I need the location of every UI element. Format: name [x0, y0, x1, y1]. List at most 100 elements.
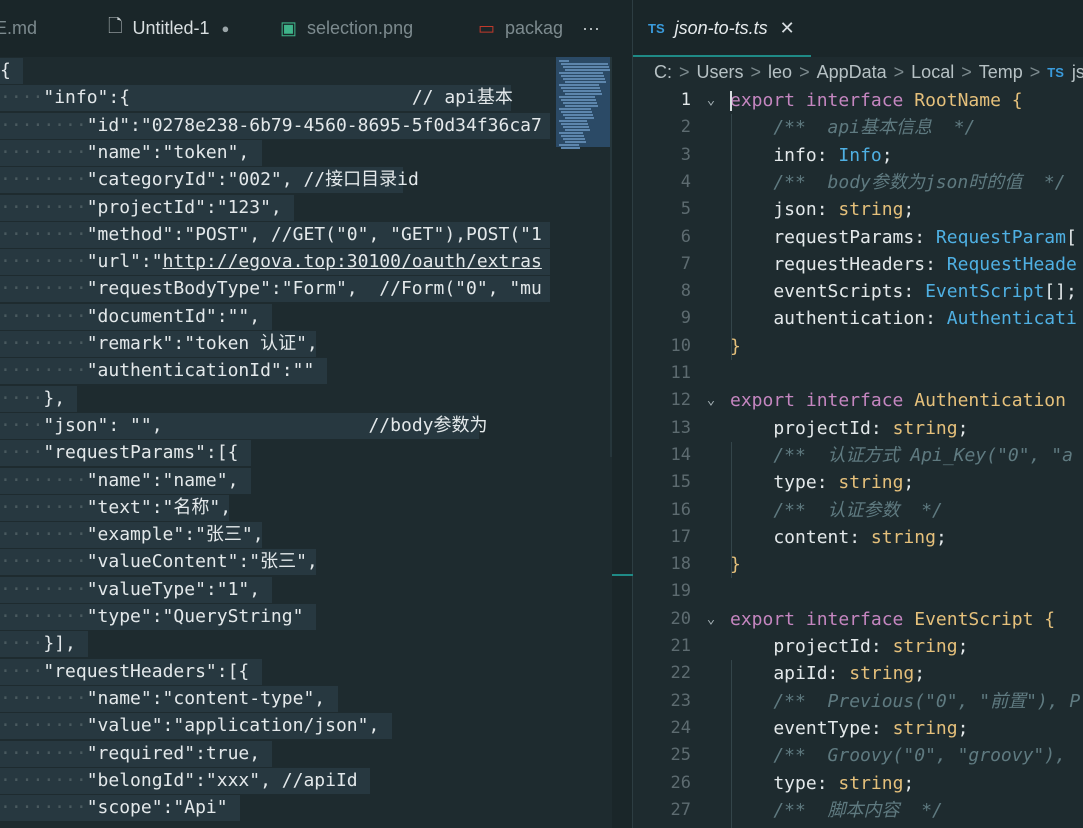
code-token: string — [838, 772, 904, 794]
line-number: 12 — [670, 390, 691, 411]
chevron-down-icon[interactable]: ⌄ — [703, 387, 719, 414]
code-token: /** body参数为json时的值 */ — [730, 171, 1066, 193]
code-line: ····"json": "", //body参数为 — [0, 412, 488, 439]
line-number: 14 — [670, 444, 691, 465]
code-text: "scope":"Api" — [86, 797, 228, 819]
code-text: export interface RootName { — [730, 87, 1023, 114]
image-icon: ▣ — [280, 18, 298, 38]
code-token: : — [849, 526, 871, 548]
close-icon[interactable]: ✕ — [780, 18, 795, 39]
line-number: 17 — [670, 526, 691, 547]
url-link[interactable]: http://egova.top:30100/oauth/extras — [163, 251, 542, 272]
code-line: ········"valueContent":"张三", — [0, 548, 318, 575]
indent-whitespace: ········ — [0, 769, 87, 791]
minimap[interactable] — [556, 57, 610, 149]
minimap-line — [561, 87, 600, 89]
breadcrumb-item[interactable]: C: — [654, 62, 672, 83]
code-text: "name":"token", — [86, 141, 250, 163]
pane-divider[interactable] — [612, 0, 633, 828]
code-line: ········"url":"http://egova.top:30100/oa… — [0, 248, 542, 275]
code-token: Authentication — [914, 390, 1077, 412]
code-line: ········"example":"张三", — [0, 521, 264, 548]
code-line: ········"text":"名称", — [0, 494, 231, 521]
indent-whitespace: ···· — [0, 660, 44, 682]
breadcrumb-item[interactable]: leo — [768, 62, 792, 83]
minimap-line — [563, 102, 597, 104]
minimap-line — [559, 60, 569, 62]
code-text: "name":"name", — [86, 469, 239, 491]
indent-whitespace: ········ — [0, 797, 87, 819]
left-tab-bar: ME.md 🗋 Untitled-1 ● ▣ selection.png ▭ packag ··… — [0, 0, 612, 57]
line-number: 16 — [670, 499, 691, 520]
indent-whitespace: ········ — [0, 606, 87, 627]
typescript-editor[interactable]: 1 ⌄ export interface RootName {2 /** api基本… — [633, 87, 1083, 828]
code-line: 19 — [633, 578, 1083, 605]
chevron-down-icon[interactable]: ⌄ — [703, 606, 719, 633]
breadcrumb-item[interactable]: Temp — [979, 62, 1023, 83]
code-line: 16 /** 认证参数 */ — [633, 497, 1083, 524]
minimap-line — [563, 138, 585, 140]
code-token: string — [892, 417, 958, 439]
code-token: /** Previous("0", "前置"), P — [730, 690, 1081, 712]
code-token: RequestHeade — [946, 253, 1077, 275]
code-text: "name":"content-type", — [86, 687, 326, 709]
tab-selection-png[interactable]: ▣ selection.png — [280, 0, 413, 57]
code-token: info — [730, 144, 817, 166]
code-text: "type":"QueryString" — [86, 606, 304, 627]
code-text: "valueContent":"张三", — [86, 551, 318, 573]
breadcrumb-item[interactable]: Local — [911, 62, 954, 83]
code-line: 9 authentication: Authenticati — [633, 305, 1083, 332]
chevron-right-icon: > — [679, 61, 690, 82]
code-text: "example":"张三", — [86, 524, 264, 546]
breadcrumb-file[interactable]: js — [1072, 62, 1083, 83]
code-line: 11 — [633, 360, 1083, 387]
code-text: /** 认证方式 Api_Key("0", "a — [730, 442, 1073, 469]
code-line: 23 /** Previous("0", "前置"), P — [633, 688, 1083, 715]
minimap-line — [565, 141, 586, 143]
tab-packag[interactable]: ▭ packag — [478, 0, 563, 57]
chevron-right-icon: > — [799, 61, 810, 82]
code-token: } — [730, 554, 741, 576]
code-token: : — [816, 772, 839, 794]
code-text: type: string; — [730, 770, 914, 797]
chevron-down-icon[interactable]: ⌄ — [703, 87, 719, 114]
code-token: apiId — [730, 663, 828, 685]
code-line: 27 /** 脚本内容 */ — [633, 797, 1083, 824]
code-text: authentication: Authenticati — [730, 305, 1076, 332]
code-token: type — [730, 772, 817, 794]
code-token: : — [870, 717, 893, 739]
code-text: "requestHeaders":[{ — [43, 660, 250, 682]
tab-label: Untitled-1 — [132, 18, 210, 38]
code-text: /** body参数为json时的值 */ — [730, 169, 1066, 196]
code-token: RequestParam — [935, 226, 1066, 248]
breadcrumb-item[interactable]: Users — [697, 62, 744, 83]
code-token: RootName — [914, 90, 1012, 111]
code-token: requestParams — [730, 226, 915, 248]
code-line: 5 json: string; — [633, 196, 1083, 223]
minimap-line — [561, 99, 596, 101]
json-editor[interactable]: {····"info":{ // api基本 ········"id":"0278… — [0, 57, 550, 828]
code-line: { — [0, 57, 11, 84]
more-actions-icon[interactable]: ··· — [582, 0, 600, 57]
code-line: ········"categoryId":"002", //接口目录id — [0, 166, 419, 193]
line-number: 13 — [670, 417, 691, 438]
tab-me-md[interactable]: ME.md — [0, 0, 37, 57]
breadcrumb-item[interactable]: AppData — [817, 62, 887, 83]
code-text: /** 认证参数 */ — [730, 497, 943, 524]
tab-untitled-1[interactable]: 🗋 Untitled-1 ● — [108, 0, 229, 57]
minimap-line — [561, 123, 588, 125]
tab-json-to-ts[interactable]: TS json-to-ts.ts ✕ — [648, 0, 795, 57]
line-number: 22 — [670, 663, 691, 684]
code-token: EventScript — [914, 608, 1045, 630]
breadcrumb: C: > Users > leo > AppData > Local > Temp > TS js — [633, 57, 1083, 87]
code-line: ········"type":"QueryString" — [0, 603, 303, 630]
line-number: 26 — [670, 772, 691, 793]
minimap-line — [563, 66, 609, 68]
indent-whitespace: ········ — [0, 196, 87, 218]
code-text: { — [0, 60, 11, 81]
code-token: { — [1044, 608, 1056, 630]
code-line: 15 type: string; — [633, 469, 1083, 496]
code-line: ········"name":"name", — [0, 467, 238, 494]
code-token: ; — [914, 663, 926, 685]
indent-whitespace: ········ — [0, 305, 87, 327]
